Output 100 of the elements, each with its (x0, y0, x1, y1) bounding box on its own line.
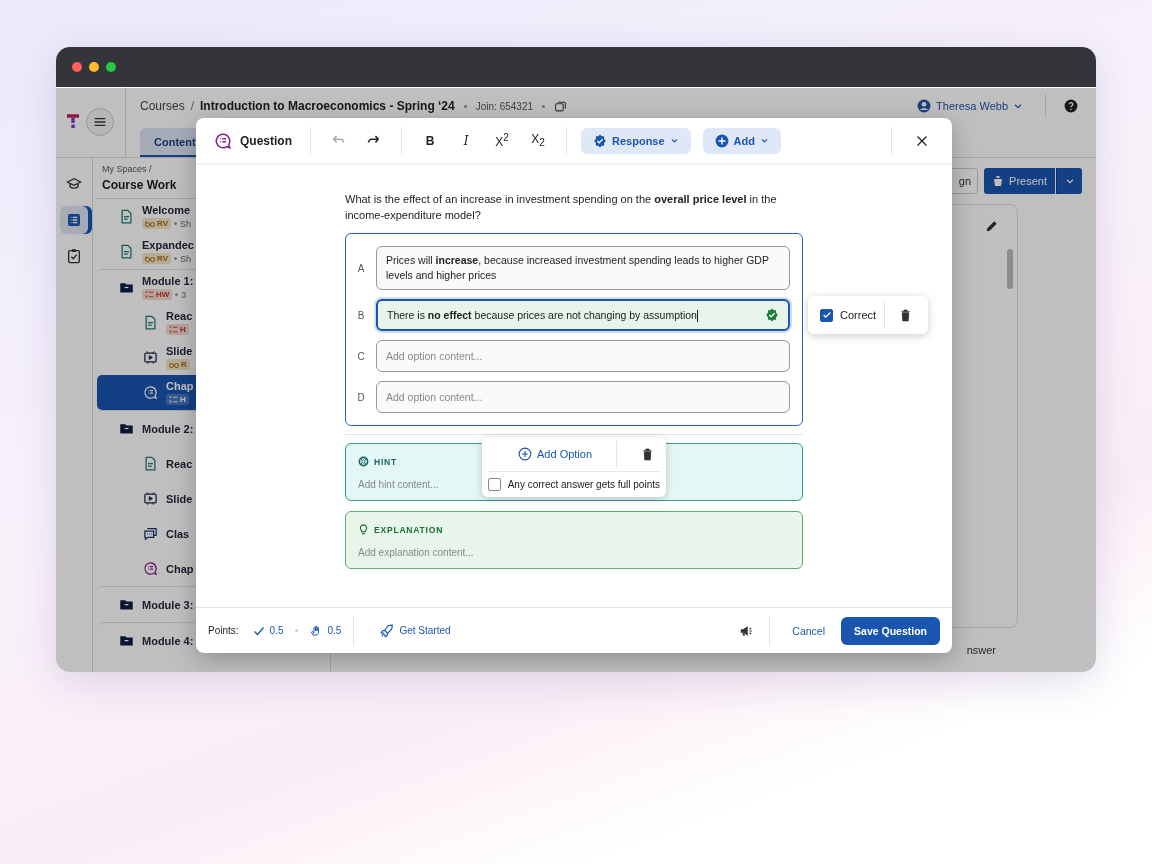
response-dropdown[interactable]: Response (581, 127, 691, 154)
sidebar-item[interactable]: Reac H (97, 305, 326, 340)
verified-badge-icon (593, 133, 607, 148)
option-letter: D (356, 391, 366, 403)
option-letter: B (356, 309, 366, 321)
scrollbar-thumb[interactable] (1007, 249, 1013, 289)
folder-icon (119, 597, 134, 612)
dialog-title: Question (240, 133, 292, 148)
document-icon (143, 456, 158, 471)
sidebar-item[interactable]: Reac (97, 446, 326, 481)
close-icon (916, 134, 928, 147)
option-field[interactable]: Add option content... (376, 381, 790, 413)
item-title: Expandec (142, 239, 194, 251)
glasses-icon (169, 360, 179, 369)
podium-icon (992, 175, 1005, 187)
copy-icon[interactable] (554, 99, 567, 113)
save-question-button[interactable]: Save Question (841, 616, 940, 645)
question-bubble-icon (143, 385, 158, 400)
user-avatar-icon (917, 99, 932, 113)
breadcrumb-separator: / (190, 99, 195, 113)
item-title: Module 2: (142, 422, 194, 435)
item-title: Welcome (142, 204, 191, 216)
sidebar-title: Course Work (102, 178, 178, 192)
option-field[interactable]: There is no effect because prices are not changing by assumption (376, 299, 790, 331)
glasses-icon (145, 219, 155, 228)
get-started-link[interactable]: Get Started (374, 622, 457, 639)
item-title: Module 1: (142, 275, 194, 287)
lightbulb-icon (358, 524, 369, 535)
item-meta: Sh (179, 253, 191, 264)
present-dropdown-button[interactable] (1056, 168, 1082, 194)
trash-icon (899, 308, 913, 322)
format-button[interactable]: X$_{2}$ (524, 128, 552, 153)
item-title: Module 4: (142, 634, 194, 647)
full-points-checkbox[interactable]: Any correct answer gets full points (488, 478, 660, 491)
explanation-label: EXPLANATION (358, 524, 790, 535)
sidebar-item[interactable]: Welcome RV Sh (97, 199, 326, 234)
clipboard-check-icon (66, 248, 82, 264)
graduation-cap-icon (66, 176, 82, 192)
format-button[interactable]: I (452, 129, 480, 152)
question-text: What is the effect of an increase in investment spending on the overall price level in the income-expenditure model? (345, 192, 778, 223)
present-button[interactable]: Present (984, 168, 1055, 194)
pencil-icon[interactable] (985, 219, 999, 233)
minimize-dot-icon[interactable] (89, 62, 99, 72)
join-code: Join: 654321 (475, 100, 533, 112)
item-title: Module 3: (142, 598, 194, 611)
document-icon (119, 209, 134, 224)
item-title: Clas (166, 527, 190, 540)
format-button[interactable]: B (416, 129, 444, 152)
points-button[interactable]: 0.5 (250, 622, 286, 639)
item-badge: H (166, 324, 189, 335)
item-title: Slide (166, 492, 193, 505)
option-field[interactable]: Prices will increase, because increased investment spending leads to higher GDP levels and higher prices (376, 246, 790, 290)
option-field[interactable]: Add option content... (376, 340, 790, 372)
close-dot-icon[interactable] (72, 62, 82, 72)
lifebuoy-icon (358, 456, 369, 467)
sidebar-item[interactable]: Slide R (97, 340, 326, 375)
item-badge: R (166, 359, 190, 370)
logo-icon (67, 114, 79, 130)
breadcrumb-link[interactable]: Courses (140, 99, 185, 113)
glasses-icon (145, 254, 155, 263)
document-icon (143, 315, 158, 330)
chevron-down-icon (760, 136, 769, 145)
item-title: Chap (166, 380, 194, 392)
presentation-icon (143, 491, 158, 506)
megaphone-icon (739, 623, 754, 638)
folder-icon (119, 633, 134, 648)
task-list-icon (169, 395, 178, 404)
sidebar-item[interactable]: Clas (97, 516, 326, 551)
menu-button[interactable] (86, 108, 114, 136)
correct-checkbox[interactable]: Correct (820, 308, 877, 322)
presentation-icon (143, 350, 158, 365)
task-list-icon (145, 290, 154, 299)
item-badge: RV (142, 253, 171, 264)
option-letter: C (356, 350, 366, 362)
chevron-down-icon (1064, 176, 1075, 186)
user-menu[interactable]: Theresa Webb (911, 98, 1029, 114)
option-letter: A (356, 262, 366, 274)
help-icon[interactable] (1064, 99, 1078, 113)
sidebar-item[interactable]: Slide (97, 481, 326, 516)
points-label: Points: (208, 625, 239, 636)
plus-circle-icon (518, 447, 532, 461)
add-dropdown[interactable]: Add (702, 127, 781, 154)
item-meta: Sh (179, 218, 191, 229)
item-title: Chap (166, 562, 194, 575)
document-icon (119, 244, 134, 259)
cancel-button[interactable]: Cancel (780, 618, 838, 643)
points-button[interactable]: 0.5 (308, 622, 344, 639)
sidebar-item[interactable]: Expandec RV Sh (97, 234, 326, 269)
explanation-field[interactable]: Add explanation content... (358, 547, 790, 558)
folder-icon (119, 421, 134, 436)
rocket-icon (380, 623, 395, 638)
chevron-down-icon (1013, 101, 1023, 111)
item-title: Slide (166, 345, 193, 357)
answer-link[interactable]: nswer (966, 644, 996, 656)
sidebar-item[interactable]: Chap (97, 551, 326, 586)
format-button[interactable]: X$^{2}$ (488, 128, 516, 153)
folder-icon (119, 280, 134, 295)
task-list-icon (169, 325, 178, 334)
trash-icon (641, 447, 654, 461)
maximize-dot-icon[interactable] (106, 62, 116, 72)
